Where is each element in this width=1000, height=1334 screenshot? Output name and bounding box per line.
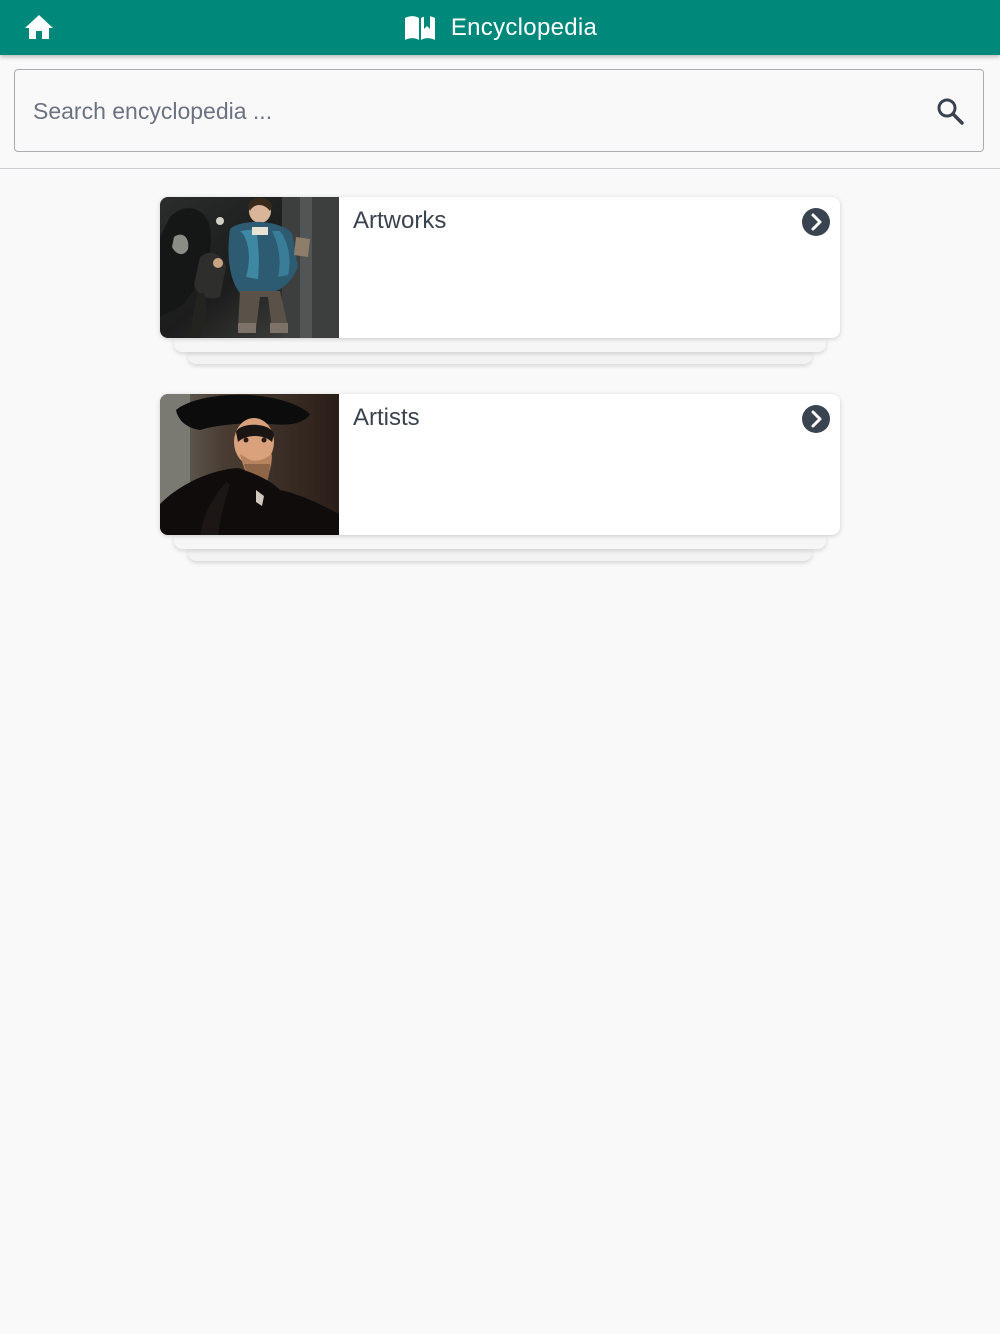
chevron-right-circle-icon[interactable] (801, 207, 831, 237)
chevron-right-circle-icon[interactable] (801, 404, 831, 434)
card-stack-layer (174, 535, 826, 549)
open-book-icon (404, 15, 435, 40)
search-input[interactable] (31, 70, 915, 152)
card-stack-layer (188, 352, 812, 364)
search-area (0, 55, 1000, 169)
card-stack-layer (174, 338, 826, 352)
artists-thumbnail-image (160, 394, 339, 535)
page-title: Encyclopedia (450, 13, 598, 41)
search-icon[interactable] (935, 96, 965, 126)
category-card-stack-artists: Artists (160, 394, 840, 564)
card-stack-layer (188, 549, 812, 561)
header-title-group: Encyclopedia (0, 0, 1000, 55)
category-card-title: Artworks (353, 207, 447, 234)
search-box (14, 69, 984, 152)
category-card-title: Artists (353, 404, 420, 431)
artworks-thumbnail-image (160, 197, 339, 338)
app-header: Encyclopedia (0, 0, 1000, 55)
category-card-artists[interactable]: Artists (160, 394, 840, 535)
category-card-stack-artworks: Artworks (160, 197, 840, 367)
category-card-artworks[interactable]: Artworks (160, 197, 840, 338)
